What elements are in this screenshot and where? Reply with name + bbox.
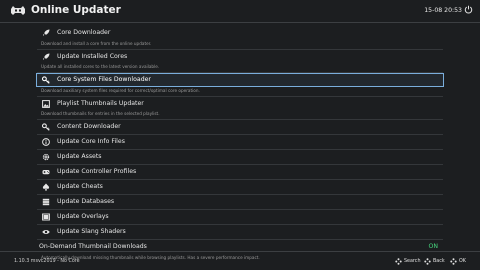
toggle-value: ON	[428, 243, 439, 250]
rocket-icon	[43, 29, 50, 36]
spade-icon	[42, 183, 50, 191]
menu-item-content-downloader[interactable]: Content Downloader	[37, 121, 443, 133]
menu-item-core-system-files-downloader[interactable]: Core System Files Downloader	[36, 72, 444, 87]
toggle-label: On-Demand Thumbnail Downloads	[39, 243, 147, 250]
menu-item-label: Update Controller Profiles	[57, 168, 137, 175]
hint-search-label: Search	[404, 258, 421, 264]
menu-item-description: Download auxiliary system files required…	[37, 86, 443, 97]
menu-item-update-cheats[interactable]: Update Cheats	[37, 181, 443, 193]
eye-icon	[42, 229, 50, 235]
header-divider	[0, 22, 480, 23]
menu-item-label: Update Cheats	[57, 183, 103, 190]
divider	[37, 148, 443, 150]
menu-item-label: Update Installed Cores	[57, 52, 128, 60]
menu-item-core-downloader[interactable]: Core Downloader	[37, 27, 443, 39]
menu-item-label: Playlist Thumbnails Updater	[57, 99, 144, 107]
footer-divider	[0, 251, 480, 252]
divider	[37, 178, 443, 180]
menu-item-update-controller-profiles[interactable]: Update Controller Profiles	[37, 166, 443, 178]
menu-item-update-overlays[interactable]: Update Overlays	[37, 211, 443, 223]
menu-item-update-core-info-files[interactable]: Update Core Info Files	[37, 136, 443, 148]
menu-item-label: Update Overlays	[57, 213, 109, 220]
controller-button-icon	[395, 258, 402, 265]
version-info: 1.10.3 msvc2019 - No Core	[14, 259, 80, 264]
menu-item-description: Download and install a core from the onl…	[37, 39, 443, 50]
key-icon	[42, 76, 50, 84]
menu-list: Core Downloader Download and install a c…	[36, 26, 444, 263]
clock: 15-08 20:53	[424, 7, 462, 14]
image-icon	[42, 99, 50, 108]
layers-icon	[42, 213, 50, 221]
controller-button-icon	[424, 258, 431, 265]
menu-item-label: Core Downloader	[57, 29, 111, 36]
menu-item-label: Content Downloader	[57, 123, 121, 130]
divider	[37, 163, 443, 165]
retroarch-logo-icon	[11, 6, 25, 15]
menu-item-label: Update Databases	[57, 198, 115, 205]
menu-item-update-installed-cores[interactable]: Update Installed Cores	[37, 50, 443, 62]
menu-item-label: Update Slang Shaders	[57, 228, 126, 235]
divider	[37, 238, 443, 240]
menu-item-update-databases[interactable]: Update Databases	[37, 196, 443, 208]
menu-item-label: Update Core Info Files	[57, 138, 125, 145]
divider	[37, 208, 443, 210]
rocket-icon	[43, 53, 50, 60]
menu-item-update-assets[interactable]: Update Assets	[37, 151, 443, 163]
menu-item-playlist-thumbnails-updater[interactable]: Playlist Thumbnails Updater	[37, 97, 443, 109]
menu-item-description: Download thumbnails for entries in the s…	[37, 109, 443, 120]
hint-back-label: Back	[433, 258, 445, 264]
power-icon[interactable]	[464, 5, 473, 14]
menu-item-label: Core System Files Downloader	[57, 76, 151, 83]
divider	[37, 133, 443, 135]
toggle-description: Automatically download missing thumbnail…	[41, 254, 260, 260]
menu-item-update-slang-shaders[interactable]: Update Slang Shaders	[37, 226, 443, 238]
controller-button-icon	[450, 258, 457, 265]
key-icon	[42, 123, 50, 131]
divider	[37, 223, 443, 225]
header: Online Updater 15-08 20:53	[0, 0, 480, 22]
gear-icon	[42, 153, 50, 161]
menu-item-description: Update all installed cores to the latest…	[37, 62, 443, 73]
divider	[37, 193, 443, 195]
gamepad-icon	[42, 170, 50, 175]
menu-item-label: Update Assets	[57, 153, 102, 160]
database-icon	[42, 198, 50, 206]
hint-ok-label: OK	[459, 258, 466, 264]
info-icon	[42, 138, 50, 146]
page-title: Online Updater	[31, 4, 121, 16]
